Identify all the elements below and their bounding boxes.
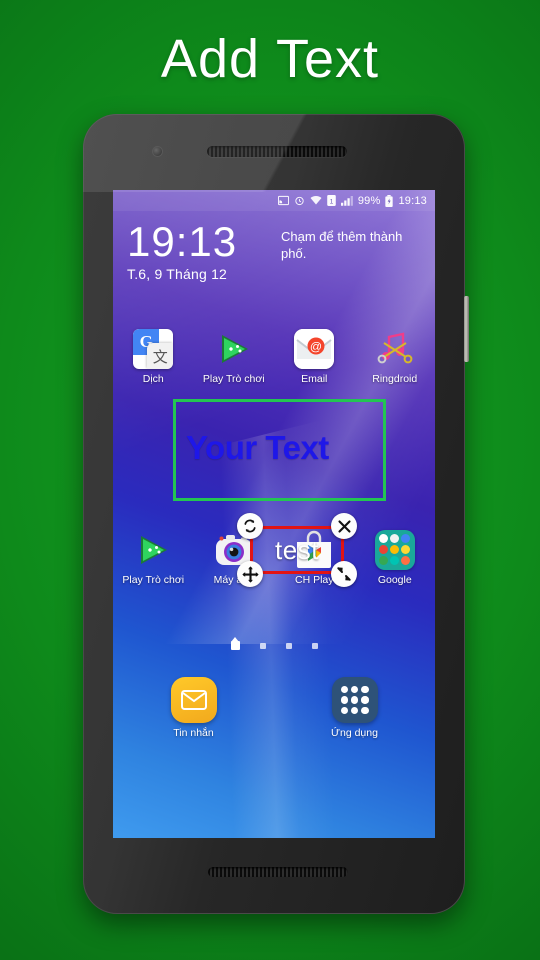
svg-text:@: @ [310,340,322,354]
app-ung-dung[interactable]: Ứng dụng [274,677,435,739]
email-icon: @ [294,329,335,369]
app-label: Google [377,574,412,586]
phone-screen[interactable]: 1 99% 19:13 19:13 T.6, 9 Tháng 12 Chạm đ… [113,190,435,838]
app-row-1: G文 Dịch Play Trò chơi @ Email Ringdroid [113,329,435,385]
battery-charging-icon [385,194,394,207]
front-camera-icon [153,147,162,156]
page-dot[interactable] [285,642,292,649]
page-title-word-2: Text [276,29,380,89]
power-button[interactable] [464,296,469,362]
clock-widget[interactable]: 19:13 T.6, 9 Tháng 12 [127,218,238,283]
app-dich[interactable]: G文 Dịch [113,329,194,385]
wifi-icon [310,195,322,206]
battery-percent-label: 99% [357,194,381,207]
rotate-handle[interactable] [237,513,263,539]
app-label: Play Trò chơi [202,373,265,385]
messages-icon [170,677,217,723]
svg-text:1: 1 [329,198,333,205]
app-drawer-icon [331,677,378,723]
app-email[interactable]: @ Email [274,329,355,385]
signal-icon [340,195,353,206]
page-dot[interactable] [259,642,266,649]
play-games-icon [133,530,173,570]
active-text-object[interactable]: test [237,513,357,587]
clock-time: 19:13 [127,218,238,265]
ringdroid-icon [375,329,415,369]
play-games-icon [214,329,254,369]
cast-icon [277,195,289,206]
bottom-speaker [208,867,348,877]
page-title: Add Text [0,28,540,90]
app-label: Dịch [142,373,164,385]
page-dot-home[interactable] [230,637,240,650]
delete-handle[interactable] [331,513,357,539]
clock-date: T.6, 9 Tháng 12 [127,266,228,282]
google-folder-icon [374,530,415,570]
app-label: Tin nhắn [173,727,214,739]
app-ringdroid[interactable]: Ringdroid [355,329,436,385]
app-label: Play Trò chơi [122,574,185,586]
weather-hint[interactable]: Chạm để thêm thành phố. [281,228,421,262]
app-label: Ứng dụng [331,727,378,739]
page-title-word-1: Add [160,29,261,89]
move-handle[interactable] [237,561,263,587]
dock: Tin nhắn Ứng dụng [113,677,435,739]
google-translate-icon: G文 [133,329,174,369]
status-bar: 1 99% 19:13 [113,190,435,211]
app-google-folder[interactable]: Google [355,530,436,586]
earpiece-speaker [207,146,347,157]
status-clock: 19:13 [398,194,427,207]
alarm-icon [294,195,305,206]
app-play-tro-choi-1[interactable]: Play Trò chơi [194,329,275,385]
app-label: Ringdroid [372,373,418,385]
page-dot[interactable] [311,642,318,649]
app-label: Email [301,373,328,385]
app-play-tro-choi-2[interactable]: Play Trò chơi [113,530,194,586]
sim-1-icon: 1 [327,195,336,206]
phone-mockup: 1 99% 19:13 19:13 T.6, 9 Tháng 12 Chạm đ… [83,114,469,914]
resize-handle[interactable] [331,561,357,587]
page-indicator[interactable] [113,637,435,650]
placeholder-text-overlay[interactable]: Your Text [186,429,329,467]
app-tin-nhan[interactable]: Tin nhắn [113,677,274,739]
